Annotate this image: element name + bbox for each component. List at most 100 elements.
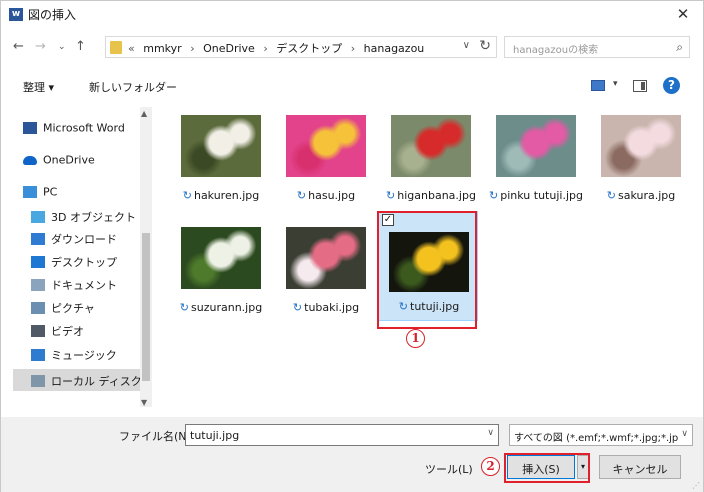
- view-mode-dropdown-icon[interactable]: ▾: [613, 79, 618, 89]
- search-icon[interactable]: ⌕: [676, 40, 683, 55]
- sidebar-item-label: ミュージック: [51, 349, 117, 362]
- sync-status-icon: ↻: [386, 189, 396, 202]
- file-name: ↻ hakuren.jpg: [171, 189, 271, 202]
- breadcrumb: « mmkyr › OneDrive › デスクトップ › hanagazou: [128, 40, 429, 56]
- recent-locations-chevron-icon[interactable]: ⌄: [58, 42, 66, 52]
- sidebar-item[interactable]: ビデオ: [13, 319, 141, 341]
- filename-input[interactable]: tutuji.jpg ∨: [185, 424, 499, 446]
- breadcrumb-separator[interactable]: ›: [263, 42, 267, 55]
- sidebar-item-label: ドキュメント: [51, 279, 117, 292]
- resize-grip-icon[interactable]: ⋰: [692, 481, 700, 490]
- breadcrumb-hanagazou[interactable]: hanagazou: [364, 42, 425, 55]
- filename-label: ファイル名(N):: [119, 430, 195, 443]
- up-arrow-icon[interactable]: ↑: [75, 39, 86, 54]
- file-thumbnail[interactable]: [181, 115, 261, 177]
- forward-arrow-icon[interactable]: →: [35, 39, 46, 54]
- address-bar[interactable]: « mmkyr › OneDrive › デスクトップ › hanagazou …: [105, 36, 497, 58]
- cancel-button[interactable]: キャンセル: [599, 455, 681, 479]
- sidebar-item[interactable]: デスクトップ: [13, 250, 141, 272]
- file-tile[interactable]: ↻ suzurann.jpg: [171, 219, 271, 329]
- annotation-highlight-insert: [504, 453, 590, 483]
- organize-menu-button[interactable]: 整理 ▾: [23, 79, 54, 95]
- sidebar-item-label: ダウンロード: [51, 233, 117, 246]
- sidebar-item-label: 3D オブジェクト: [51, 211, 136, 224]
- scroll-down-icon[interactable]: ▼: [141, 398, 147, 407]
- file-name: ↻ pinku tutuji.jpg: [486, 189, 586, 202]
- sidebar-item[interactable]: ダウンロード: [13, 227, 141, 249]
- dialog-footer: ファイル名(N): tutuji.jpg ∨ すべての図 (*.emf;*.wm…: [1, 417, 703, 492]
- back-arrow-icon[interactable]: ←: [13, 39, 24, 54]
- cloud-icon: [23, 155, 37, 165]
- cube-icon: [31, 211, 45, 223]
- file-thumbnail[interactable]: [601, 115, 681, 177]
- breadcrumb-desktop[interactable]: デスクトップ: [276, 42, 342, 55]
- breadcrumb-separator[interactable]: ›: [351, 42, 355, 55]
- file-tile[interactable]: ↻ higanbana.jpg: [381, 107, 481, 217]
- sidebar-item-label: デスクトップ: [51, 256, 117, 269]
- sidebar-item[interactable]: PC: [13, 181, 141, 203]
- search-input[interactable]: hanagazouの検索 ⌕: [504, 36, 690, 58]
- scrollbar-thumb[interactable]: [142, 233, 150, 381]
- command-toolbar: 整理 ▾ 新しいフォルダー ▾ ?: [1, 73, 703, 99]
- file-tile[interactable]: ↻ tubaki.jpg: [276, 219, 376, 329]
- file-thumbnail[interactable]: [181, 227, 261, 289]
- new-folder-button[interactable]: 新しいフォルダー: [89, 79, 177, 95]
- file-thumbnail[interactable]: [496, 115, 576, 177]
- video-icon: [31, 325, 45, 337]
- file-name-label: higanbana.jpg: [397, 189, 476, 202]
- breadcrumb-separator[interactable]: ›: [190, 42, 194, 55]
- sidebar-item-label: ローカル ディスク (C: [51, 375, 141, 388]
- file-name: ↻ hasu.jpg: [276, 189, 376, 202]
- sync-status-icon: ↻: [296, 189, 307, 202]
- preview-pane-icon[interactable]: [633, 80, 647, 92]
- pc-icon: [23, 186, 37, 198]
- sync-status-icon: ↻: [292, 301, 303, 314]
- file-tile[interactable]: ↻ hasu.jpg: [276, 107, 376, 217]
- file-type-dropdown-icon[interactable]: ∨: [681, 429, 688, 439]
- breadcrumb-onedrive[interactable]: OneDrive: [203, 42, 255, 55]
- view-mode-icon[interactable]: [591, 80, 605, 91]
- insert-picture-dialog: w 図の挿入 ✕ ← → ⌄ ↑ « mmkyr › OneDrive › デス…: [0, 0, 704, 492]
- file-thumbnail[interactable]: [391, 115, 471, 177]
- navigation-bar: ← → ⌄ ↑ « mmkyr › OneDrive › デスクトップ › ha…: [1, 31, 703, 63]
- window-title: 図の挿入: [28, 8, 77, 22]
- filename-dropdown-icon[interactable]: ∨: [487, 428, 494, 438]
- file-name: ↻ higanbana.jpg: [381, 189, 481, 202]
- file-tile[interactable]: ↻ pinku tutuji.jpg: [486, 107, 586, 217]
- file-thumbnail[interactable]: [286, 115, 366, 177]
- breadcrumb-overflow[interactable]: «: [128, 42, 135, 55]
- word-app-icon: w: [9, 8, 23, 21]
- sidebar-item[interactable]: ピクチャ: [13, 296, 141, 318]
- search-placeholder: hanagazouの検索: [513, 45, 599, 56]
- file-name: ↻ suzurann.jpg: [171, 301, 271, 314]
- tools-menu-button[interactable]: ツール(L): [425, 461, 473, 477]
- disk-icon: [31, 375, 45, 387]
- file-name-label: hakuren.jpg: [193, 189, 260, 202]
- sidebar-item[interactable]: ミュージック: [13, 343, 141, 365]
- sidebar-item[interactable]: Microsoft Word: [13, 117, 141, 139]
- address-dropdown-icon[interactable]: ∨: [463, 40, 470, 51]
- breadcrumb-mmkyr[interactable]: mmkyr: [143, 42, 181, 55]
- sidebar-item[interactable]: ドキュメント: [13, 273, 141, 295]
- sidebar-item-label: OneDrive: [43, 153, 95, 167]
- annotation-step-1: 1: [406, 329, 425, 348]
- help-icon[interactable]: ?: [663, 77, 680, 94]
- scroll-up-icon[interactable]: ▲: [141, 109, 147, 118]
- navigation-pane-scrollbar[interactable]: ▲ ▼: [140, 107, 152, 407]
- sidebar-item[interactable]: OneDrive: [13, 149, 141, 171]
- close-button[interactable]: ✕: [663, 1, 703, 27]
- sync-status-icon: ↻: [179, 301, 190, 314]
- sync-status-icon: ↻: [182, 189, 192, 202]
- filename-value: tutuji.jpg: [190, 429, 240, 442]
- annotation-step-2: 2: [481, 457, 500, 476]
- file-type-select[interactable]: すべての図 (*.emf;*.wmf;*.jpg;*.jp ∨: [509, 424, 693, 446]
- sidebar-item[interactable]: ローカル ディスク (C: [13, 369, 141, 391]
- sidebar-item[interactable]: 3D オブジェクト: [13, 205, 141, 227]
- file-tile[interactable]: ↻ sakura.jpg: [591, 107, 691, 217]
- document-icon: [31, 279, 45, 291]
- file-name-label: sakura.jpg: [617, 189, 676, 202]
- file-tile[interactable]: ↻ hakuren.jpg: [171, 107, 271, 217]
- refresh-icon[interactable]: ↻: [479, 38, 491, 54]
- file-thumbnail[interactable]: [286, 227, 366, 289]
- desktop-icon: [31, 256, 45, 268]
